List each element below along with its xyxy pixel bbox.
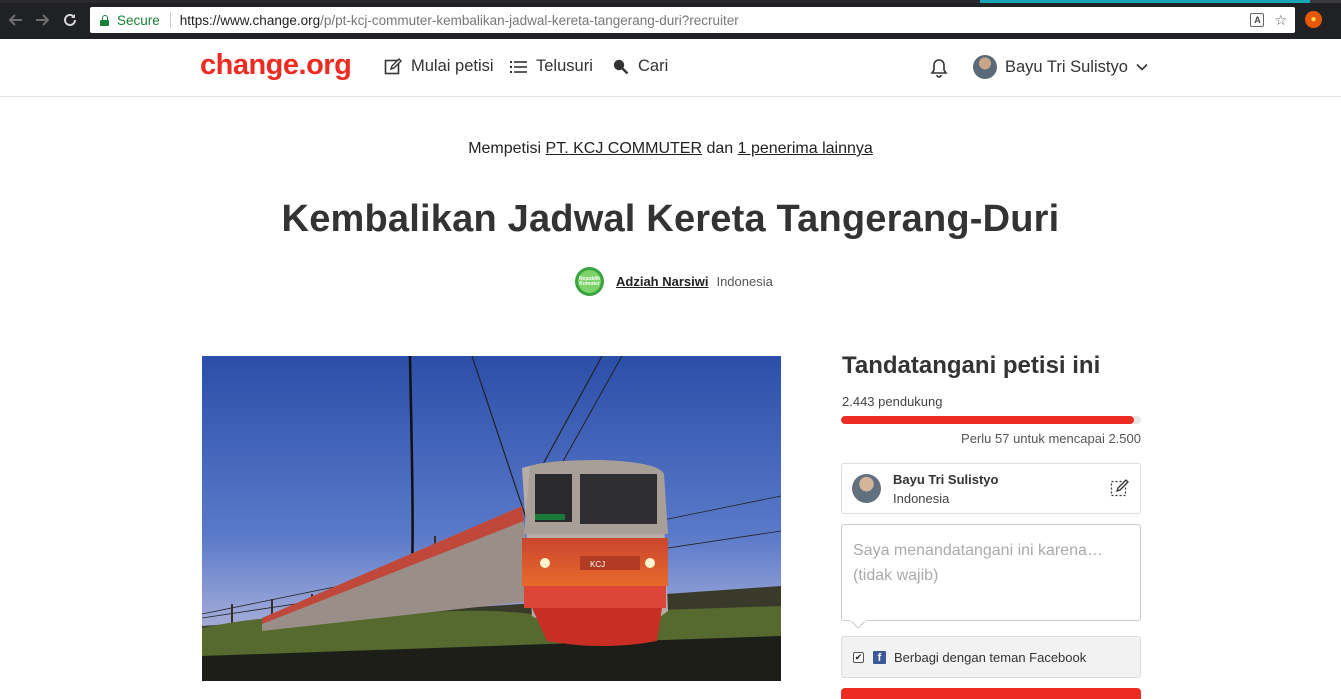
progress-fill: [841, 416, 1135, 424]
lock-icon: [100, 14, 109, 26]
list-icon: [510, 60, 527, 73]
start-petition-label: Mulai petisi: [411, 57, 494, 75]
facebook-share-checkbox[interactable]: ✔: [853, 651, 864, 663]
translate-icon[interactable]: A: [1250, 13, 1265, 27]
signer-name: Bayu Tri Sulistyo: [893, 472, 999, 487]
page-title: Kembalikan Jadwal Kereta Tangerang-Duri: [281, 198, 1060, 240]
url-host: https://www.change.org: [179, 12, 321, 28]
extension-icon[interactable]: ●: [1305, 11, 1322, 28]
site-header: change.org Mulai petisi Telusuri Cari Ba…: [0, 39, 1341, 97]
other-recipients-link[interactable]: 1 penerima lainnya: [738, 140, 873, 157]
signer-card: Bayu Tri Sulistyo Indonesia: [841, 463, 1141, 514]
signature-progress-bar: [841, 416, 1141, 424]
sign-title: Tandatangani petisi ini: [842, 352, 1101, 379]
svg-text:KCJ: KCJ: [590, 560, 605, 569]
facebook-share-label: Berbagi dengan teman Facebook: [894, 649, 1087, 665]
author-logo[interactable]: Republik Komuter: [575, 267, 604, 296]
author-location: Indonesia: [716, 274, 773, 289]
bell-icon[interactable]: [930, 58, 948, 83]
browser-toolbar: Secure https://www.change.org/p/pt-kcj-c…: [0, 0, 1341, 39]
sign-button[interactable]: [841, 688, 1141, 699]
start-petition-link[interactable]: Mulai petisi: [384, 57, 494, 76]
search-link[interactable]: Cari: [612, 57, 668, 76]
address-bar[interactable]: Secure https://www.change.org/p/pt-kcj-c…: [90, 7, 1295, 33]
petition-photo: KCJ: [202, 356, 781, 681]
author-name[interactable]: Adziah Narsiwi: [616, 274, 708, 289]
star-icon[interactable]: ☆: [1274, 12, 1287, 29]
recipient-link[interactable]: PT. KCJ COMMUTER: [546, 140, 702, 157]
search-icon: [613, 59, 629, 75]
petition-author: Republik Komuter Adziah Narsiwi Indonesi…: [575, 267, 773, 296]
change-logo[interactable]: change.org: [200, 49, 352, 82]
petition-recipients: Mempetisi PT. KCJ COMMUTER dan 1 penerim…: [0, 140, 1341, 158]
recipients-prefix: Mempetisi: [468, 140, 542, 157]
reason-input[interactable]: [841, 524, 1141, 621]
browse-link[interactable]: Telusuri: [510, 57, 593, 76]
search-label: Cari: [638, 57, 669, 75]
edit-icon: [384, 57, 402, 74]
supporter-count: 2.443 pendukung: [842, 394, 943, 409]
signatures-needed: Perlu 57 untuk mencapai 2.500: [961, 431, 1141, 446]
reason-pointer: [850, 620, 866, 629]
user-menu[interactable]: Bayu Tri Sulistyo: [973, 55, 1148, 79]
back-icon[interactable]: [6, 10, 26, 30]
url-path: /p/pt-kcj-commuter-kembalikan-jadwal-ker…: [320, 12, 739, 28]
avatar: [973, 55, 997, 79]
signer-location: Indonesia: [893, 491, 950, 506]
avatar: [852, 474, 881, 503]
forward-icon[interactable]: [32, 10, 52, 30]
chevron-down-icon: [1136, 63, 1148, 71]
browse-label: Telusuri: [536, 57, 593, 75]
reload-icon[interactable]: [60, 10, 80, 30]
tab-strip: [0, 0, 1341, 3]
user-name: Bayu Tri Sulistyo: [1005, 57, 1128, 76]
edit-icon[interactable]: [1110, 478, 1130, 503]
recipients-and: dan: [706, 140, 734, 157]
facebook-icon: f: [873, 650, 886, 664]
secure-label: Secure: [117, 12, 160, 28]
facebook-share-option[interactable]: ✔ f Berbagi dengan teman Facebook: [841, 636, 1141, 678]
